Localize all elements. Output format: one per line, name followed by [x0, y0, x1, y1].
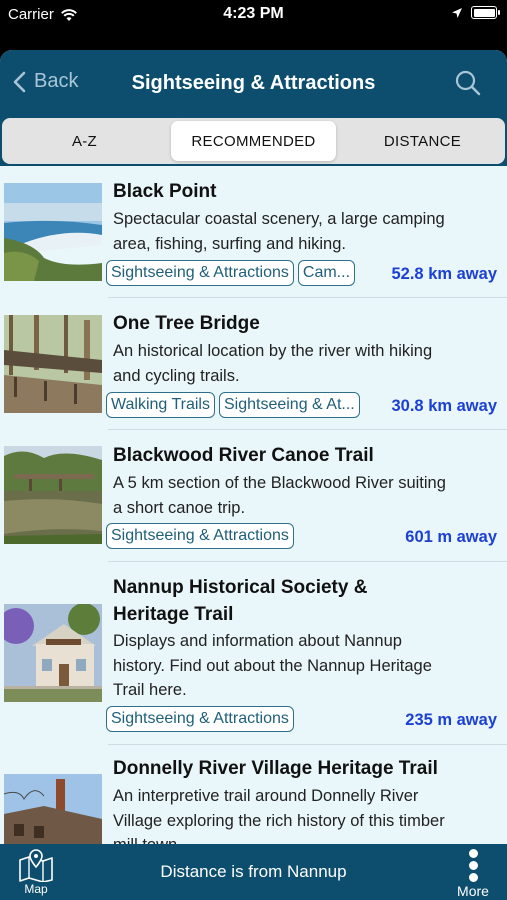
tag-list: Sightseeing & Attractions: [106, 706, 294, 732]
thumbnail-image: [4, 446, 102, 544]
description-line: Displays and information about Nannup: [113, 632, 402, 650]
status-right: [451, 6, 500, 19]
clock: 4:23 PM: [223, 5, 284, 22]
more-icon: [453, 849, 493, 882]
attractions-list: Black Point Spectacular coastal scenery,…: [0, 166, 507, 844]
description-line: and cycling trails.: [113, 366, 240, 385]
list-item[interactable]: Donnelly River Village Heritage Trail An…: [0, 745, 507, 844]
item-title: One Tree Bridge: [113, 313, 260, 334]
item-description: Displays and information about Nannup hi…: [113, 629, 503, 703]
status-bar: Carrier 4:23 PM: [0, 0, 507, 50]
item-description: A 5 km section of the Blackwood River su…: [113, 471, 503, 520]
page-title: Sightseeing & Attractions: [131, 72, 376, 94]
navigation-bar: Back Sightseeing & Attractions: [0, 50, 507, 118]
category-tag[interactable]: Walking Trails: [106, 392, 215, 418]
item-title: Black Point: [113, 181, 217, 202]
distance-label: 30.8 km away: [391, 397, 498, 415]
description-line: mill town.: [113, 833, 503, 844]
description-line: Village exploring the rich history of th…: [113, 811, 445, 830]
more-button[interactable]: More: [453, 846, 493, 899]
item-description: An historical location by the river with…: [113, 339, 503, 388]
title-line: Heritage Trail: [113, 604, 234, 625]
description-line: Spectacular coastal scenery, a large cam…: [113, 210, 445, 228]
item-description: Spectacular coastal scenery, a large cam…: [113, 207, 503, 256]
description-line: area, fishing, surfing and hiking.: [113, 234, 346, 253]
category-tag[interactable]: Sightseeing & Attractions: [106, 706, 294, 732]
sort-tabs-container: A-Z RECOMMENDED DISTANCE: [0, 118, 507, 166]
battery-icon: [471, 6, 500, 19]
list-item[interactable]: Black Point Spectacular coastal scenery,…: [0, 166, 507, 298]
sort-segmented-control: A-Z RECOMMENDED DISTANCE: [2, 118, 505, 164]
item-title: Donnelly River Village Heritage Trail: [113, 758, 438, 779]
thumbnail-image: [4, 183, 102, 281]
map-label: Map: [24, 882, 48, 896]
description-line: Trail here.: [113, 681, 187, 699]
tag-list: Sightseeing & Attractions: [106, 523, 294, 549]
distance-label: 235 m away: [405, 711, 497, 729]
category-tag[interactable]: Sightseeing & Attractions: [106, 523, 294, 549]
tab-a-z[interactable]: A-Z: [2, 121, 167, 161]
category-tag[interactable]: Cam...: [297, 260, 356, 286]
thumbnail-image: [4, 774, 102, 844]
description-line: An historical location by the river with…: [113, 342, 433, 360]
distance-origin-text: Distance is from Nannup: [160, 862, 347, 881]
more-label: More: [457, 883, 489, 899]
distance-label: 52.8 km away: [391, 265, 498, 283]
item-title: Nannup Historical Society & Heritage Tra…: [113, 574, 367, 628]
item-description: An interpretive trail around Donnelly Ri…: [113, 784, 503, 844]
tag-list: Sightseeing & Attractions Cam...: [106, 260, 356, 286]
title-line: Nannup Historical Society &: [113, 577, 368, 598]
description-line: a short canoe trip.: [113, 498, 246, 517]
bottom-toolbar: Map Distance is from Nannup More: [0, 844, 507, 900]
description-line: history. Find out about the Nannup Herit…: [113, 656, 432, 675]
description-line: A 5 km section of the Blackwood River su…: [113, 474, 446, 492]
list-item[interactable]: Blackwood River Canoe Trail A 5 km secti…: [0, 430, 507, 562]
tag-list: Walking Trails Sightseeing & At...: [106, 392, 360, 418]
distance-label: 601 m away: [405, 528, 497, 546]
location-arrow-icon: [452, 7, 462, 18]
thumbnail-image: [4, 604, 102, 702]
app-window: Back Sightseeing & Attractions A-Z RECOM…: [0, 50, 507, 900]
description-line: An interpretive trail around Donnelly Ri…: [113, 787, 419, 805]
tab-recommended[interactable]: RECOMMENDED: [171, 121, 336, 161]
search-button[interactable]: [455, 70, 481, 101]
tab-distance[interactable]: DISTANCE: [340, 121, 505, 161]
list-item[interactable]: Nannup Historical Society & Heritage Tra…: [0, 562, 507, 745]
list-item[interactable]: One Tree Bridge An historical location b…: [0, 298, 507, 430]
item-title: Blackwood River Canoe Trail: [113, 445, 374, 466]
category-tag[interactable]: Sightseeing & At...: [218, 392, 360, 418]
category-tag[interactable]: Sightseeing & Attractions: [106, 260, 294, 286]
thumbnail-image: [4, 315, 102, 413]
search-icon: [455, 70, 481, 96]
